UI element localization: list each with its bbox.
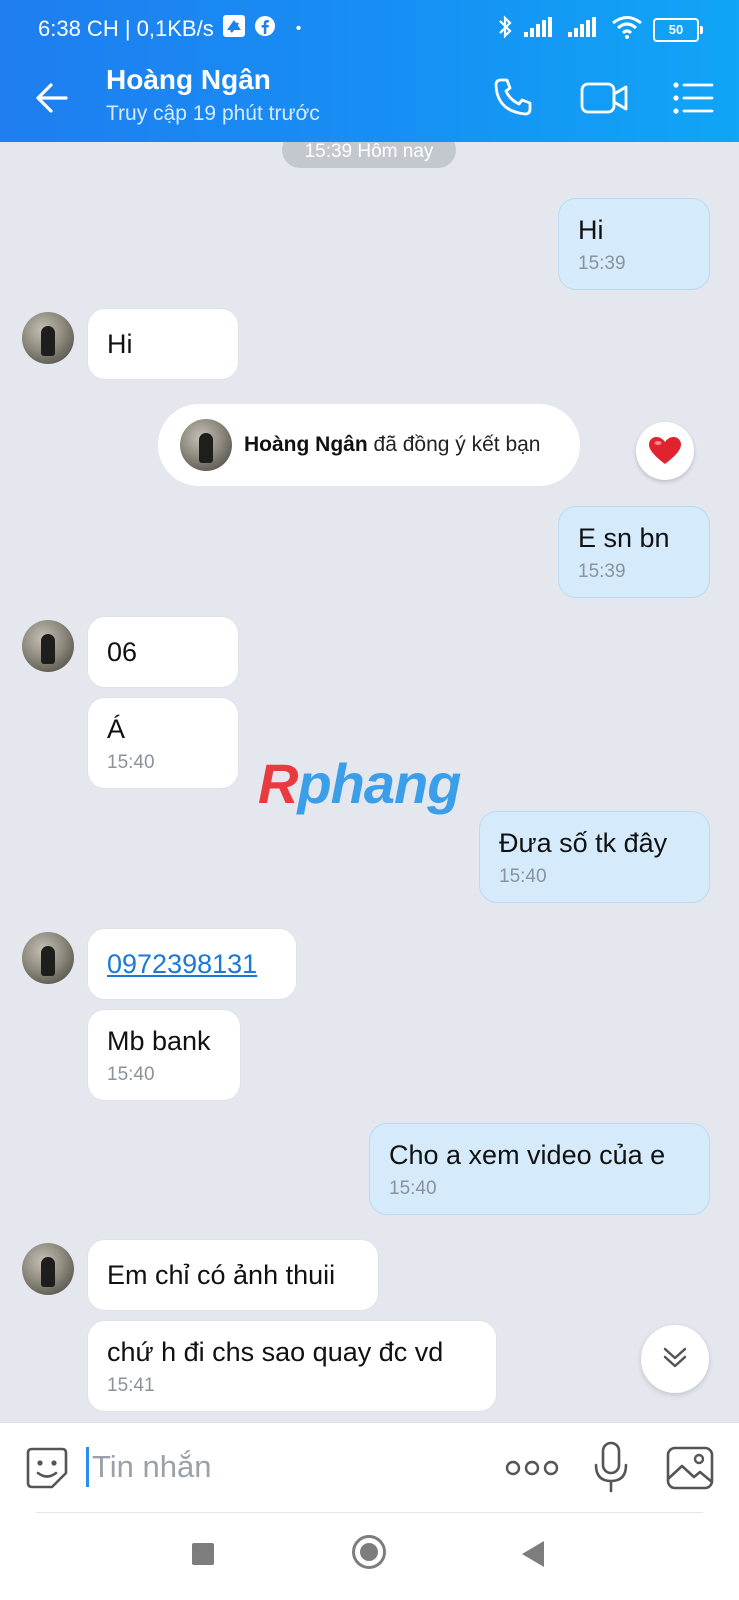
message-text: Cho a xem video của e (389, 1140, 666, 1170)
message-bubble-sent[interactable]: Hi 15:39 (558, 198, 710, 290)
status-dot: • (295, 20, 302, 37)
message-bubble-received[interactable]: 0972398131 (87, 928, 297, 1000)
heart-icon[interactable] (636, 422, 694, 480)
friend-notice-name: Hoàng Ngân (244, 433, 368, 456)
message-input[interactable] (92, 1441, 472, 1493)
contact-avatar[interactable] (22, 1243, 74, 1295)
message-text: 06 (107, 637, 138, 667)
more-dots-icon[interactable] (505, 1457, 559, 1479)
contact-status: Truy cập 19 phút trước (106, 102, 320, 125)
message-bubble-received[interactable]: Em chỉ có ảnh thuii (87, 1239, 379, 1311)
message-bubble-received[interactable]: chứ h đi chs sao quay đc vd 15:41 (87, 1320, 497, 1412)
friend-avatar (180, 419, 232, 471)
status-right: 50 (497, 14, 703, 45)
message-text: Mb bank (107, 1026, 211, 1056)
friend-notice-text: đã đồng ý kết bạn (373, 433, 541, 456)
sticker-icon[interactable] (24, 1445, 70, 1491)
status-left: 6:38 CH | 0,1KB/s • (38, 14, 301, 44)
chevron-double-down-icon (661, 1343, 689, 1376)
microphone-icon[interactable] (592, 1441, 630, 1493)
contact-avatar[interactable] (22, 312, 74, 364)
wifi-icon (611, 15, 643, 44)
home-icon[interactable] (352, 1535, 386, 1569)
nav-back-icon[interactable] (522, 1541, 544, 1567)
message-bubble-received[interactable]: Mb bank 15:40 (87, 1009, 241, 1101)
message-time: 15:40 (107, 752, 155, 773)
phone-number-link[interactable]: 0972398131 (107, 949, 257, 979)
message-text: E sn bn (578, 523, 670, 553)
watermark-rest: phang (297, 752, 461, 815)
contact-avatar[interactable] (22, 932, 74, 984)
status-bar: 6:38 CH | 0,1KB/s • 50 (0, 0, 739, 52)
status-time-speed: 6:38 CH | 0,1KB/s (38, 16, 214, 41)
message-text: Đưa số tk đây (499, 828, 668, 858)
facebook-icon (254, 15, 276, 43)
recent-apps-icon[interactable] (192, 1543, 214, 1565)
message-time: 15:40 (499, 866, 547, 887)
battery-indicator: 50 (653, 17, 703, 42)
message-bubble-received[interactable]: 06 (87, 616, 239, 688)
message-composer (0, 1422, 739, 1513)
chat-header: Hoàng Ngân Truy cập 19 phút trước (0, 52, 739, 142)
bluetooth-icon (497, 14, 513, 45)
message-time: 15:40 (389, 1178, 437, 1199)
phone-icon[interactable] (492, 76, 534, 118)
video-camera-icon[interactable] (580, 78, 630, 118)
watermark-r: R (258, 752, 298, 815)
message-text: Hi (107, 329, 133, 359)
message-text: Hi (578, 215, 604, 245)
gallery-icon[interactable] (665, 1445, 715, 1491)
text-cursor (86, 1447, 89, 1487)
scroll-down-button[interactable] (641, 1325, 709, 1393)
list-menu-icon[interactable] (672, 80, 714, 116)
message-text: Em chỉ có ảnh thuii (107, 1260, 336, 1290)
date-separator: 15:39 Hôm nay (282, 142, 456, 168)
message-time: 15:39 (578, 253, 626, 274)
message-bubble-received[interactable]: Hi (87, 308, 239, 380)
message-bubble-sent[interactable]: Đưa số tk đây 15:40 (479, 811, 710, 903)
message-time: 15:41 (107, 1375, 155, 1396)
watermark-logo: Rphang (258, 752, 461, 816)
message-bubble-received[interactable]: Á 15:40 (87, 697, 239, 789)
message-time: 15:39 (578, 561, 626, 582)
message-text: Á (107, 714, 126, 744)
system-nav-bar (0, 1513, 739, 1600)
message-bubble-sent[interactable]: E sn bn 15:39 (558, 506, 710, 598)
contact-name[interactable]: Hoàng Ngân (106, 64, 271, 96)
friend-accept-notice: Hoàng Ngân đã đồng ý kết bạn (158, 404, 580, 486)
back-arrow-icon[interactable] (32, 78, 72, 118)
signal-icon-2 (567, 16, 601, 43)
message-text: chứ h đi chs sao quay đc vd (107, 1337, 444, 1367)
chat-area[interactable]: 15:39 Hôm nay Hi 15:39 Hi Hoàng Ngân đã … (0, 142, 739, 1422)
contact-avatar[interactable] (22, 620, 74, 672)
message-bubble-sent[interactable]: Cho a xem video của e 15:40 (369, 1123, 710, 1215)
signal-icon-1 (523, 16, 557, 43)
message-time: 15:40 (107, 1064, 155, 1085)
map-notification-icon (222, 14, 246, 44)
top-bar: 6:38 CH | 0,1KB/s • 50 Hoàng Ngân Truy c… (0, 0, 739, 142)
